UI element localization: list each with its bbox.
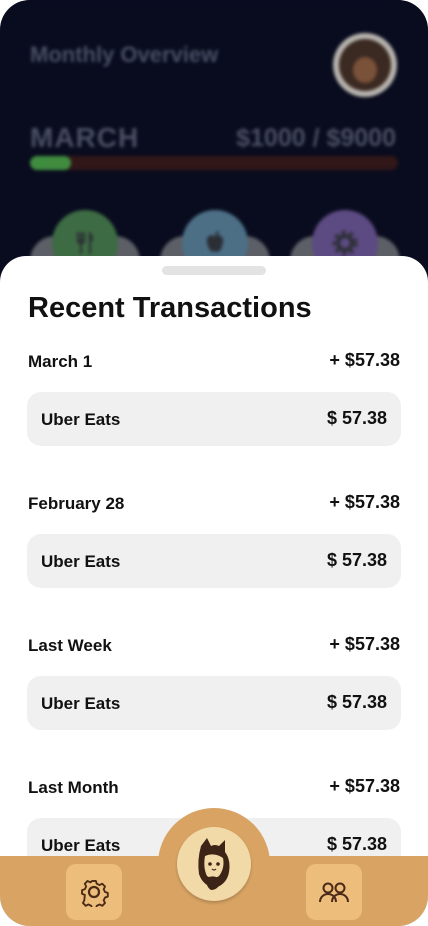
- overview-panel: Monthly Overview MARCH $1000 / $9000: [0, 0, 428, 290]
- gear-icon: [81, 880, 109, 907]
- transaction-amount: $ 57.38: [326, 408, 387, 428]
- sheet-drag-handle[interactable]: [162, 266, 266, 275]
- mascot-icon: [198, 838, 230, 890]
- group-total: + $57.38: [329, 492, 400, 512]
- group-date: February 28: [28, 494, 125, 513]
- settings-button[interactable]: [66, 864, 122, 920]
- transaction-amount: $ 57.38: [326, 692, 387, 712]
- group-header: February 28 + $57.38: [28, 492, 400, 518]
- transaction-name: Uber Eats: [41, 836, 121, 855]
- friends-button[interactable]: [306, 864, 362, 920]
- group-header: Last Week + $57.38: [28, 634, 400, 660]
- overview-title: Monthly Overview: [30, 42, 219, 67]
- group-date: Last Month: [28, 778, 119, 797]
- group-total: + $57.38: [329, 634, 400, 654]
- group-header: Last Month + $57.38: [28, 776, 400, 802]
- avatar-face: [353, 57, 377, 83]
- app-screen: Monthly Overview MARCH $1000 / $9000 Rec…: [0, 0, 428, 926]
- transaction-card[interactable]: Uber Eats $ 57.38: [27, 534, 401, 588]
- transaction-amount: $ 57.38: [326, 834, 387, 854]
- transaction-amount: $ 57.38: [326, 550, 387, 570]
- budget-amount: $1000 / $9000: [236, 124, 396, 152]
- month-label: MARCH: [30, 122, 140, 153]
- group-header: March 1 + $57.38: [28, 350, 400, 376]
- transaction-name: Uber Eats: [41, 552, 121, 571]
- sheet-title: Recent Transactions: [28, 292, 312, 324]
- transaction-name: Uber Eats: [41, 694, 121, 713]
- home-button[interactable]: [158, 808, 270, 920]
- transaction-name: Uber Eats: [41, 410, 121, 429]
- budget-progress-fill: [30, 156, 71, 170]
- group-date: Last Week: [28, 636, 112, 655]
- group-date: March 1: [28, 352, 93, 371]
- group-total: + $57.38: [329, 350, 400, 370]
- home-button-face: [177, 827, 251, 901]
- transaction-card[interactable]: Uber Eats $ 57.38: [27, 392, 401, 446]
- avatar[interactable]: [333, 33, 397, 97]
- avatar-photo: [339, 39, 391, 91]
- transaction-card[interactable]: Uber Eats $ 57.38: [27, 676, 401, 730]
- group-total: + $57.38: [329, 776, 400, 796]
- budget-progress-bar: [30, 156, 398, 170]
- users-icon: [319, 882, 349, 903]
